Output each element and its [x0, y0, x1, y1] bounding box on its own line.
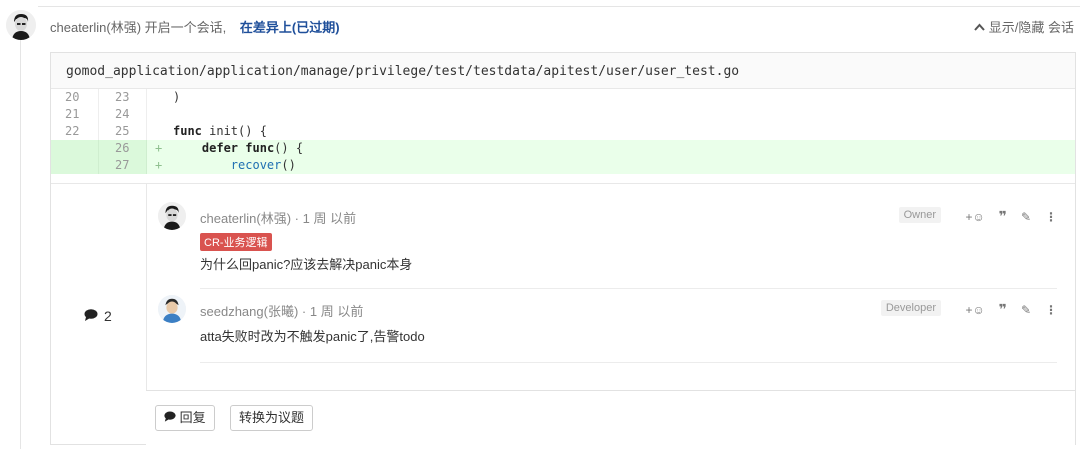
more-icon[interactable]: ⋮	[1045, 210, 1057, 224]
comment-count[interactable]: 2	[84, 308, 112, 324]
code-token: () {	[274, 141, 304, 155]
add-reaction-icon[interactable]: +☺	[965, 210, 984, 224]
comment-item: cheaterlin(林强) · 1 周 以前 CR-业务逻辑 为什么回pani…	[146, 184, 1075, 276]
comment-item: seedzhang(张曦) · 1 周 以前 atta失败时改为不触发panic…	[146, 289, 1075, 361]
comment-time[interactable]: 1 周 以前	[310, 304, 363, 319]
comment-bubble-icon	[84, 308, 98, 324]
new-line-number[interactable]: 27	[99, 157, 147, 174]
code-token: )	[173, 90, 181, 104]
comment-list: cheaterlin(林强) · 1 周 以前 CR-业务逻辑 为什么回pani…	[146, 184, 1075, 390]
toggle-label: 显示/隐藏 会话	[988, 20, 1074, 35]
diff-sign	[147, 89, 171, 106]
code-function: recover	[230, 158, 282, 172]
old-line-number[interactable]: 22	[51, 123, 99, 140]
comment-meta: cheaterlin(林强) · 1 周 以前	[200, 208, 356, 227]
thread-header: cheaterlin(林强) 开启一个会话, 在差异上(已过期)	[50, 17, 340, 36]
comment-bubble-icon	[164, 410, 180, 425]
quote-icon[interactable]: ❞	[999, 301, 1007, 318]
comment-meta: seedzhang(张曦) · 1 周 以前	[200, 301, 363, 320]
role-badge: Owner	[898, 207, 941, 223]
comment-separator	[200, 362, 1057, 363]
comment-author[interactable]: cheaterlin(林强)	[200, 211, 291, 226]
comment-body: atta失败时改为不触发panic了,告警todo	[200, 329, 425, 344]
top-divider	[38, 6, 1080, 7]
diff-sign: +	[155, 141, 163, 155]
comment-count-column: 2	[51, 184, 147, 445]
diff-sign	[147, 106, 171, 123]
reply-bar: 回复 转换为议题	[146, 390, 1075, 446]
chevron-up-icon	[974, 22, 985, 34]
old-line-number[interactable]: 21	[51, 106, 99, 123]
edit-icon[interactable]: ✎	[1021, 303, 1031, 317]
role-badge: Developer	[880, 300, 941, 316]
comment-actions: +☺ ❞ ✎ ⋮	[965, 208, 1057, 225]
discussion-thread: 2 cheaterlin(林强) · 1 周 以前 CR-业务逻辑 为什么回pa…	[51, 183, 1075, 446]
diff-line: 22 25 func init() {	[51, 123, 1075, 140]
add-reaction-icon[interactable]: +☺	[965, 303, 984, 317]
meta-separator: ·	[301, 304, 307, 319]
comment-time[interactable]: 1 周 以前	[303, 211, 356, 226]
code-token: ()	[281, 158, 296, 172]
new-line-number[interactable]: 23	[99, 89, 147, 106]
diff-line: 21 24	[51, 106, 1075, 123]
quote-icon[interactable]: ❞	[999, 208, 1007, 225]
diff-code: 20 23 ) 21 24 22 25 func init() { 26 + d…	[51, 89, 1075, 174]
comment-author-avatar[interactable]	[158, 202, 186, 230]
thread-action: 开启一个会话,	[144, 20, 227, 35]
new-line-number[interactable]: 24	[99, 106, 147, 123]
code-keyword: func	[245, 141, 275, 155]
comment-label-row: CR-业务逻辑	[200, 233, 272, 251]
code-token: init() {	[201, 124, 267, 138]
code-keyword: defer	[201, 141, 239, 155]
comment-author[interactable]: seedzhang(张曦)	[200, 304, 298, 319]
reply-button[interactable]: 回复	[155, 405, 215, 431]
diff-line: 20 23 )	[51, 89, 1075, 106]
timeline-line	[20, 38, 21, 449]
comment-count-value: 2	[104, 308, 112, 324]
comment-body: 为什么回panic?应该去解决panic本身	[200, 257, 413, 272]
reply-label: 回复	[179, 410, 206, 425]
diff-sign: +	[155, 158, 163, 172]
convert-to-issue-button[interactable]: 转换为议题	[230, 405, 314, 431]
comment-actions: +☺ ❞ ✎ ⋮	[965, 301, 1057, 318]
new-line-number[interactable]: 25	[99, 123, 147, 140]
diff-sign	[147, 123, 171, 140]
toggle-discussion-button[interactable]: 显示/隐藏 会话	[974, 17, 1074, 36]
more-icon[interactable]: ⋮	[1045, 303, 1057, 317]
code-text: recover()	[171, 157, 296, 174]
old-line-number[interactable]	[51, 157, 99, 174]
thread-author-avatar[interactable]	[6, 10, 36, 40]
old-line-number[interactable]	[51, 140, 99, 157]
meta-separator: ·	[294, 211, 299, 226]
new-line-number[interactable]: 26	[99, 140, 147, 157]
edit-icon[interactable]: ✎	[1021, 210, 1031, 224]
thread-author[interactable]: cheaterlin(林强)	[50, 20, 141, 35]
diff-line-added: 27 + recover()	[51, 157, 1075, 174]
diff-line-added: 26 + defer func() {	[51, 140, 1075, 157]
code-keyword: func	[173, 124, 202, 138]
file-path[interactable]: gomod_application/application/manage/pri…	[51, 53, 1075, 89]
code-text: defer func() {	[171, 140, 303, 157]
code-text: func init() {	[171, 123, 267, 140]
diff-link[interactable]: 在差异上(已过期)	[240, 20, 340, 35]
old-line-number[interactable]: 20	[51, 89, 99, 106]
comment-author-avatar[interactable]	[158, 295, 186, 323]
code-text: )	[171, 89, 180, 106]
diff-discussion-panel: gomod_application/application/manage/pri…	[50, 52, 1076, 446]
comment-label[interactable]: CR-业务逻辑	[200, 233, 272, 251]
